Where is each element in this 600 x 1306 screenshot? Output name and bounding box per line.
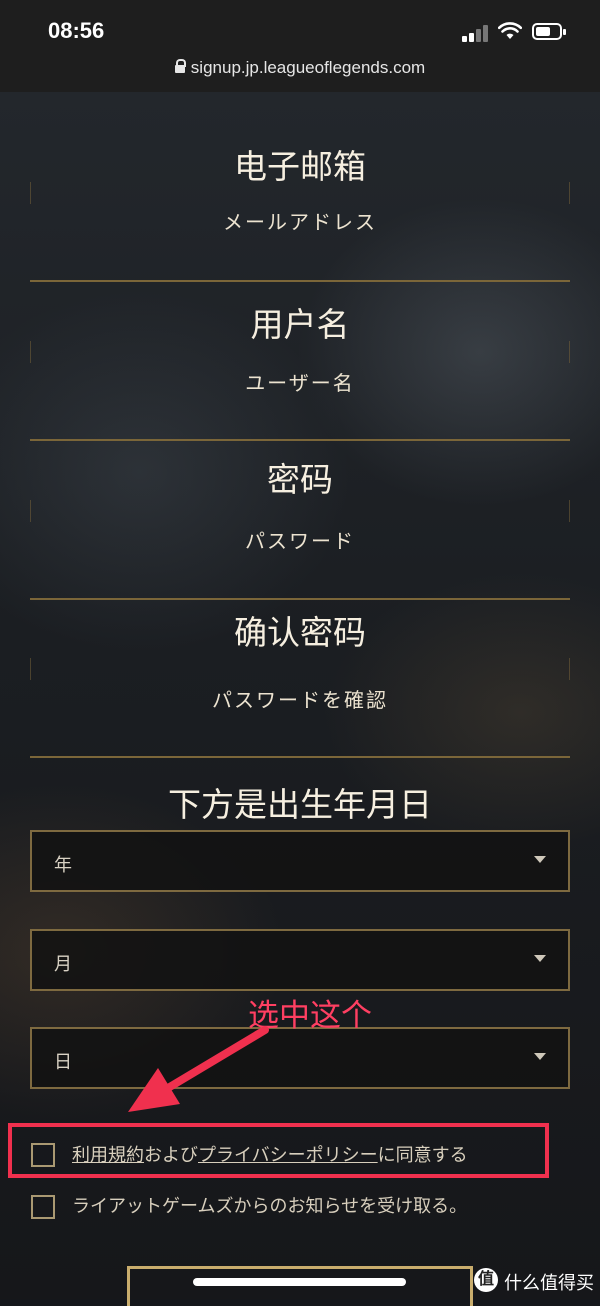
annotation-arrow-icon bbox=[128, 1026, 269, 1112]
home-indicator[interactable] bbox=[193, 1278, 406, 1286]
watermark-logo-icon: 值 bbox=[474, 1268, 498, 1292]
privacy-policy-link[interactable]: プライバシーポリシー bbox=[198, 1145, 378, 1166]
terms-checkbox[interactable] bbox=[31, 1143, 55, 1167]
terms-link[interactable]: 利用規約 bbox=[72, 1145, 144, 1166]
submit-button[interactable] bbox=[127, 1266, 473, 1306]
newsletter-checkbox[interactable] bbox=[31, 1195, 55, 1219]
terms-consent-text: 利用規約およびプライバシーポリシーに同意する bbox=[72, 1141, 468, 1167]
terms-and-text: および bbox=[144, 1145, 198, 1166]
terms-agree-text: に同意する bbox=[377, 1145, 468, 1166]
newsletter-text: ライアットゲームズからのお知らせを受け取る。 bbox=[72, 1196, 468, 1217]
watermark-text: 什么值得买 bbox=[504, 1273, 594, 1294]
